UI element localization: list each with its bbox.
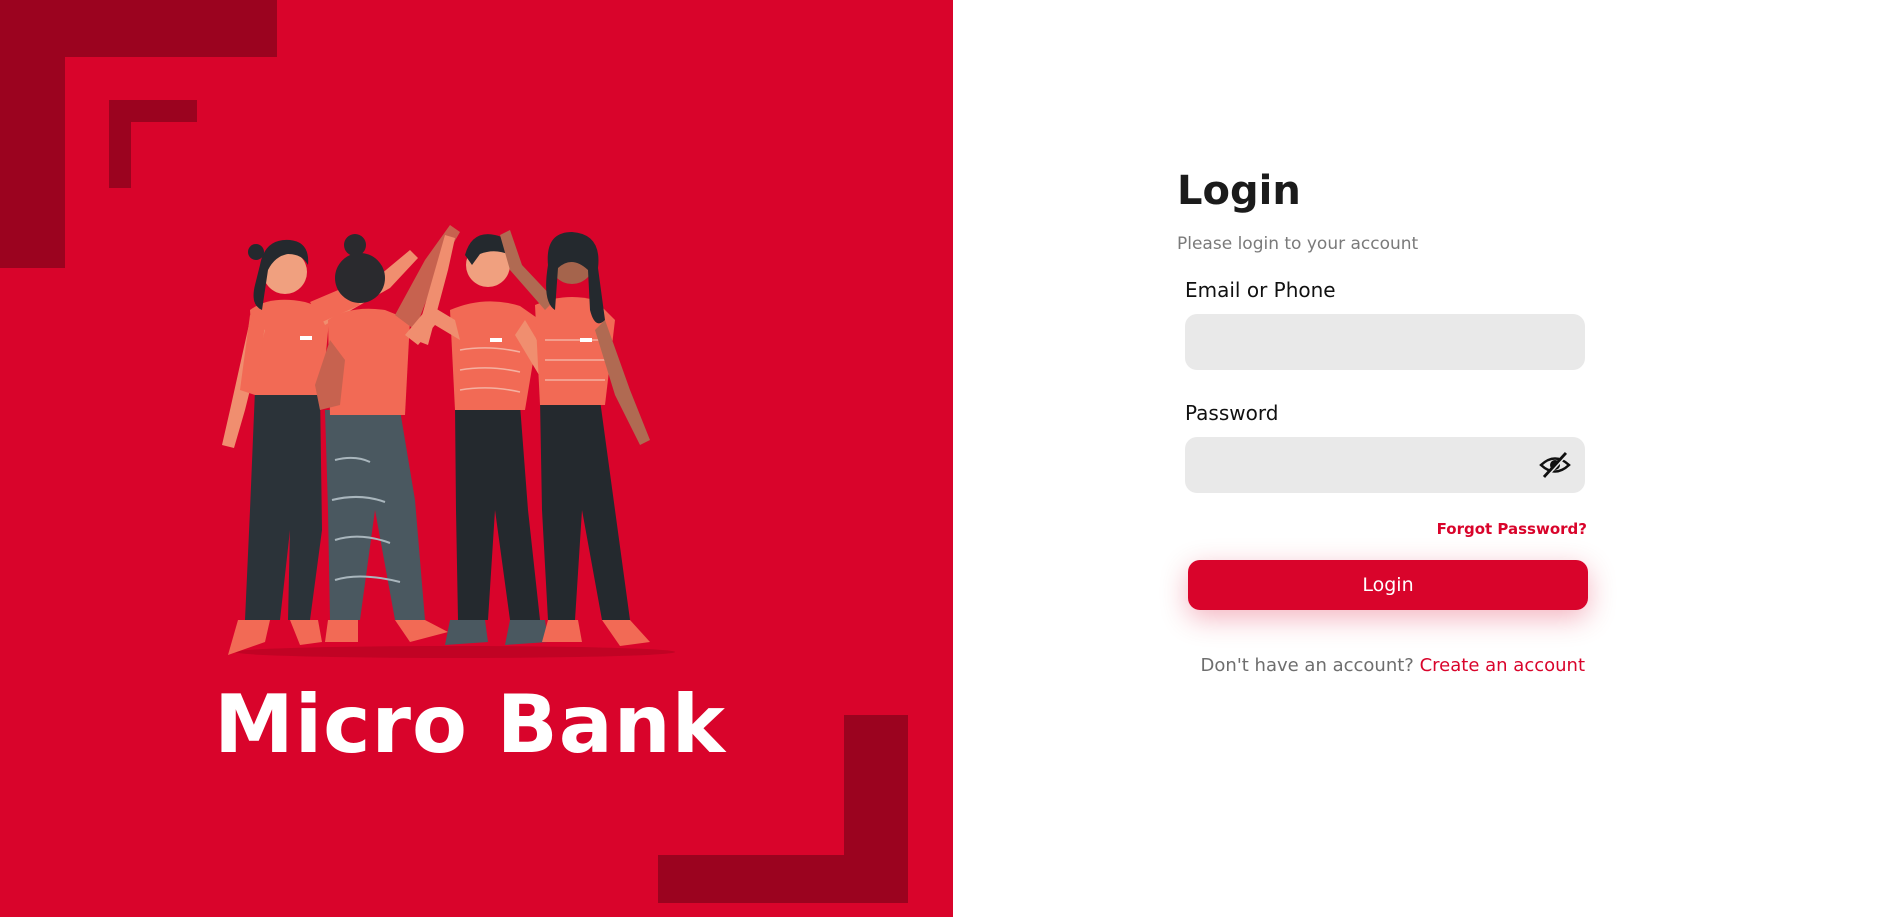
no-account-text: Don't have an account? <box>1200 655 1414 676</box>
password-field-container <box>1185 437 1585 493</box>
password-label: Password <box>1185 401 1279 425</box>
email-input[interactable] <box>1185 314 1585 370</box>
brand-name: Micro Bank <box>214 678 726 771</box>
signup-prompt: Don't have an account? Create an account <box>1185 655 1585 676</box>
login-page: Micro Bank Login Please login to your ac… <box>0 0 1897 917</box>
email-label: Email or Phone <box>1185 278 1336 302</box>
brand-panel: Micro Bank <box>0 0 953 917</box>
corner-decoration-small-vertical <box>109 100 131 188</box>
forgot-password-link[interactable]: Forgot Password? <box>1185 520 1587 538</box>
corner-decoration-bottom-right <box>658 855 908 903</box>
eye-slash-icon[interactable] <box>1539 451 1571 479</box>
password-input[interactable] <box>1185 437 1585 493</box>
login-button[interactable]: Login <box>1188 560 1588 610</box>
login-panel: Login Please login to your account Email… <box>953 0 1897 917</box>
team-high-five-illustration <box>222 225 675 658</box>
email-field-container <box>1185 314 1585 370</box>
login-subtitle: Please login to your account <box>1177 234 1419 254</box>
login-title: Login <box>1177 168 1301 214</box>
corner-decoration-top-left-vertical <box>0 0 65 268</box>
create-account-link[interactable]: Create an account <box>1420 655 1585 676</box>
